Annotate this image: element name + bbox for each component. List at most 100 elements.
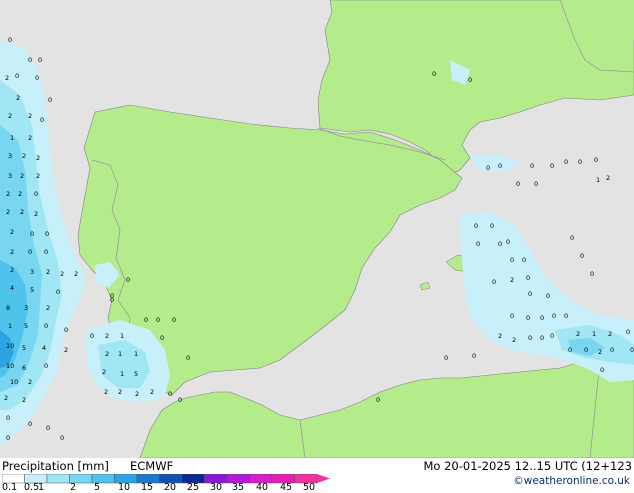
precip-value-marker: 0 [35,74,39,82]
precip-value-marker: 0 [600,366,604,374]
precip-value-marker: 2 [10,248,14,256]
precip-value-marker: 0 [506,238,510,246]
precip-value-marker: 2 [20,172,24,180]
precip-value-marker: 2 [598,348,602,356]
footer-bar: Precipitation [mm] ECMWF Mo 20-01-2025 1… [0,458,634,493]
precip-value-marker: 0 [476,240,480,248]
precip-value-marker: 8 [6,304,10,312]
precip-value-marker: 3 [24,304,28,312]
precip-value-marker: 3 [30,268,34,276]
precip-value-marker: 0 [6,414,10,422]
precip-value-marker: 0 [498,162,502,170]
precip-value-marker: 0 [186,354,190,362]
precip-value-marker: 0 [528,334,532,342]
legend-tick-label: 20 [164,482,177,493]
precip-value-marker: 0 [626,328,630,336]
precip-value-marker: 0 [474,222,478,230]
precip-value-marker: 0 [540,314,544,322]
precip-value-marker: 2 [510,276,514,284]
precip-value-marker: 6 [22,364,26,372]
precip-value-marker: 0 [45,230,49,238]
precip-value-marker: 2 [150,388,154,396]
precip-value-marker: 0 [552,312,556,320]
precip-value-marker: 0 [570,234,574,242]
precip-value-marker: 0 [550,332,554,340]
precip-value-marker: 2 [28,112,32,120]
precip-value-marker: 0 [34,190,38,198]
precip-value-marker: 2 [498,332,502,340]
precip-value-marker: 2 [22,396,26,404]
precip-value-marker: 0 [578,158,582,166]
precip-value-marker: 0 [546,292,550,300]
precip-value-marker: 5 [30,286,34,294]
precip-value-marker: 0 [38,56,42,64]
precip-value-marker: 0 [376,396,380,404]
precip-value-marker: 0 [498,240,502,248]
legend-tick-label: 40 [256,482,269,493]
precip-value-marker: 0 [90,332,94,340]
precip-value-marker: 2 [64,346,68,354]
precip-value-marker: 0 [44,248,48,256]
precip-value-marker: 0 [526,274,530,282]
precip-value-marker: 2 [46,268,50,276]
precip-value-marker: 0 [528,290,532,298]
precip-value-marker: 0 [44,362,48,370]
precip-value-marker: 2 [28,378,32,386]
precip-value-marker: 0 [472,352,476,360]
legend-arrow [317,474,330,483]
precip-value-marker: 10 [6,342,14,350]
legend-tick-label: 0.5 [24,482,40,493]
precip-value-marker: 1 [134,350,138,358]
precip-value-marker: 2 [5,74,9,82]
map-title: Precipitation [mm] [2,459,109,473]
precip-value-marker: 0 [168,390,172,398]
precip-value-marker: 0 [144,316,148,324]
precip-value-marker: 0 [15,72,19,80]
precip-value-marker: 3 [8,152,12,160]
precip-value-marker: 0 [568,346,572,354]
legend-tick-label: 2 [70,482,77,493]
precip-value-marker: 1 [592,330,596,338]
precip-value-marker: 0 [510,312,514,320]
precip-value-marker: 2 [36,172,40,180]
precip-value-marker: 0 [610,346,614,354]
precip-value-marker: 0 [156,316,160,324]
precip-value-marker: 2 [28,134,32,142]
precip-value-marker: 0 [28,420,32,428]
precip-value-marker: 5 [22,344,26,352]
precip-value-marker: 0 [46,424,50,432]
legend-tick-label: 0.1 [2,482,18,493]
precip-value-marker: 0 [48,96,52,104]
precip-value-marker: 0 [492,278,496,286]
precip-value-marker: 3 [8,172,12,180]
precip-value-marker: 1 [118,350,122,358]
precip-value-marker: 0 [56,288,60,296]
precip-value-marker: 0 [584,346,588,354]
legend-tick-label: 35 [232,482,245,493]
precip-value-marker: 0 [486,164,490,172]
precip-value-marker: 2 [4,394,8,402]
precip-value-marker: 1 [120,370,124,378]
credit-link[interactable]: ©weatheronline.co.uk [513,475,630,488]
precip-value-marker: 2 [60,270,64,278]
precip-value-marker: 5 [134,370,138,378]
precip-value-marker: 0 [550,162,554,170]
precip-value-marker: 0 [160,334,164,342]
precip-value-marker: 2 [606,174,610,182]
precip-value-marker: 0 [590,270,594,278]
precip-value-marker: 2 [18,190,22,198]
precipitation-map: 00 02 0 02 02 2 01 23 2 23 2 22 2 02 2 22 0 02 0 02 3 2 2 24 5 08… [0,0,634,458]
precip-value-marker: 2 [576,330,580,338]
legend-tick-label: 25 [187,482,200,493]
legend-tick-label: 30 [210,482,223,493]
precip-value-marker: 0 [126,276,130,284]
precip-value-marker: 5 [24,322,28,330]
precip-value-marker: 10 [6,362,14,370]
precip-value-marker: 0 [8,36,12,44]
precip-value-marker: 2 [102,368,106,376]
precip-value-marker: 0 [444,354,448,362]
precip-value-marker: 0 [516,180,520,188]
precip-value-marker: 2 [10,228,14,236]
legend-tick-label: 45 [280,482,293,493]
precip-value-marker: 0 [580,252,584,260]
